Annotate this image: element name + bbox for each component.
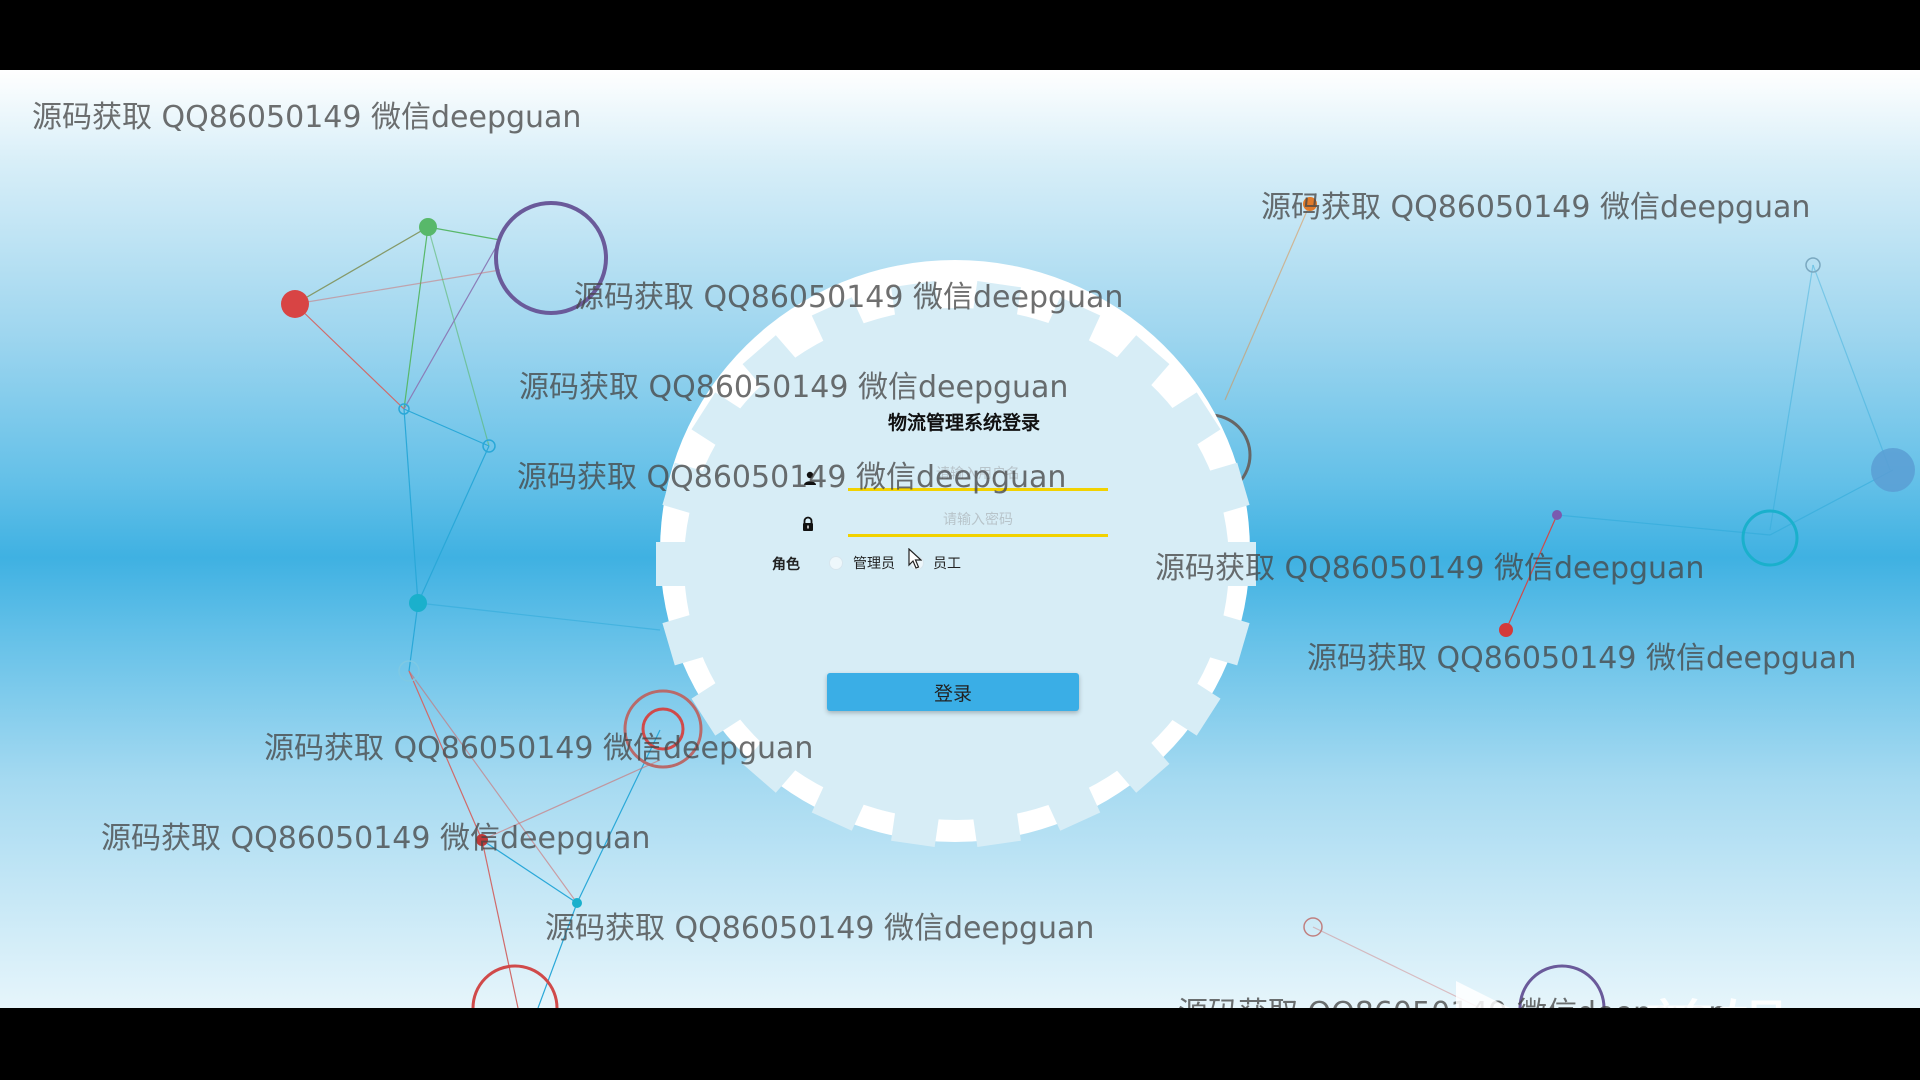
ev-play-logo-icon: [1456, 981, 1510, 1008]
gear-tooth: [656, 542, 686, 586]
lock-icon: [803, 516, 813, 531]
username-input[interactable]: [848, 458, 1108, 491]
role-admin-radio[interactable]: [829, 556, 843, 570]
password-input[interactable]: [848, 504, 1108, 537]
role-admin-label: 管理员: [853, 555, 895, 571]
mouse-cursor-icon: [908, 548, 922, 569]
role-label: 角色: [772, 556, 800, 572]
login-title: 物流管理系统登录: [887, 413, 1040, 434]
gear-tooth: [891, 280, 940, 317]
editor-logo-text: ev剪辑: [1552, 975, 1791, 1008]
gear-tooth: [972, 280, 1021, 317]
gear-tooth: [1226, 542, 1256, 586]
role-staff-label: 员工: [933, 555, 961, 571]
user-icon: [804, 471, 816, 485]
gear-tooth: [891, 811, 940, 848]
login-button[interactable]: 登录: [827, 673, 1079, 711]
video-frame: 物流管理系统登录 角色 管理员 员工 登录 源码获取 QQ86050149 微信…: [0, 70, 1920, 1008]
